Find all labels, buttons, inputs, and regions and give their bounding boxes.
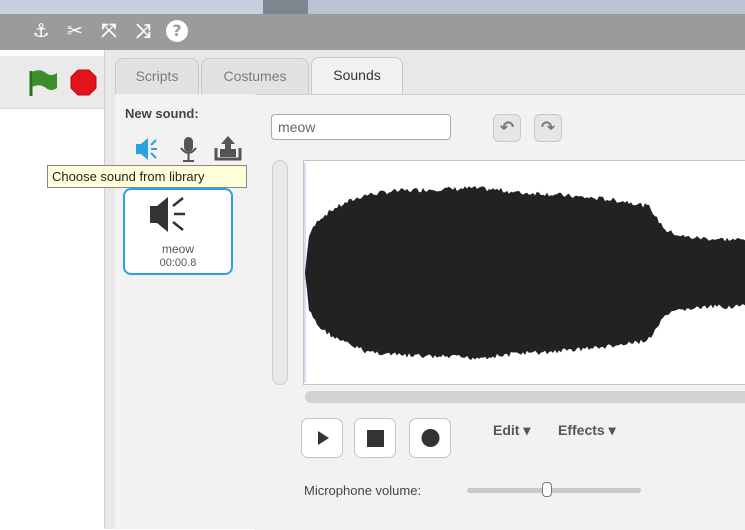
green-flag-icon[interactable] [29, 70, 57, 96]
sound-item-meow[interactable]: meow 00:00.8 [123, 188, 233, 275]
new-sound-icons [136, 136, 242, 162]
undo-button[interactable]: ↶ [493, 114, 521, 142]
vertical-scrollbar[interactable] [272, 160, 288, 385]
tab-sounds[interactable]: Sounds [311, 57, 403, 95]
library-tooltip: Choose sound from library [47, 165, 247, 188]
waveform-display[interactable] [303, 160, 745, 385]
help-icon[interactable]: ? [166, 20, 188, 42]
microphone-volume-knob[interactable] [542, 482, 553, 497]
stage-header [0, 56, 104, 109]
undo-icon: ↶ [499, 118, 515, 138]
stop-icon [367, 430, 384, 447]
sound-library-icon[interactable] [136, 138, 157, 160]
microphone-volume-label: Microphone volume: [304, 483, 422, 498]
top-strip [0, 0, 745, 14]
sound-duration: 00:00.8 [159, 257, 197, 269]
record-icon [421, 429, 440, 447]
play-icon [318, 431, 329, 445]
sprite-toolbar: ⚓︎ ✂ ⤧ ⤨ ? [0, 14, 745, 50]
redo-icon: ↷ [540, 118, 556, 138]
speaker-icon [150, 197, 185, 232]
new-sound-label: New sound: [125, 106, 199, 121]
stage-controls [29, 69, 97, 96]
play-button[interactable] [301, 418, 343, 458]
horizontal-scrollbar[interactable] [305, 391, 745, 403]
sound-name-input[interactable] [271, 114, 451, 140]
record-button[interactable] [409, 418, 451, 458]
effects-menu[interactable]: Effects ▾ [558, 422, 616, 439]
sound-name: meow [161, 242, 194, 256]
delete-icon[interactable]: ✂ [64, 20, 86, 42]
shrink-icon[interactable]: ⤨ [132, 20, 154, 42]
edit-menu[interactable]: Edit ▾ [493, 422, 530, 439]
tab-scripts[interactable]: Scripts [115, 58, 199, 94]
waveform-shape [305, 186, 745, 360]
upload-sound-icon[interactable] [214, 136, 242, 161]
redo-button[interactable]: ↷ [534, 114, 562, 142]
tab-costumes[interactable]: Costumes [201, 58, 309, 94]
stage-column [0, 50, 105, 529]
duplicate-icon[interactable]: ⚓︎ [30, 20, 52, 42]
waveform-canvas [304, 163, 745, 383]
grow-icon[interactable]: ⤧ [98, 20, 120, 42]
stop-icon[interactable] [70, 69, 97, 96]
record-sound-icon[interactable] [180, 137, 197, 162]
microphone-volume-slider[interactable] [467, 488, 641, 493]
stop-button[interactable] [354, 418, 396, 458]
